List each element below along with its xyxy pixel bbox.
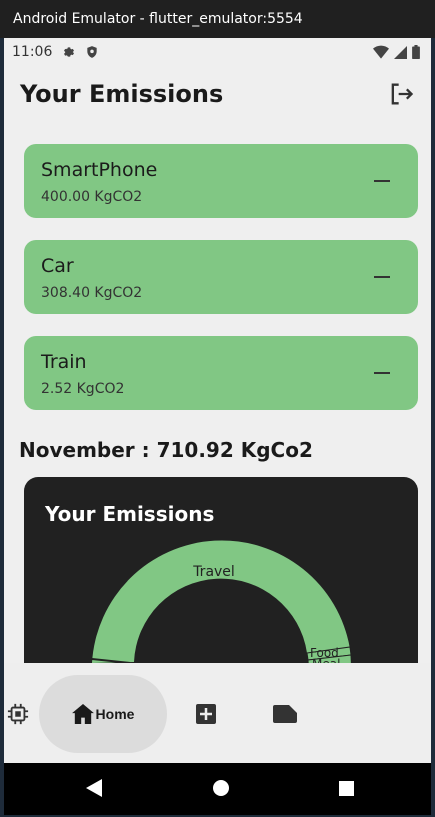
chart-slice-travel[interactable] [92, 540, 350, 663]
donut-chart: Travel Food Meal [91, 540, 353, 677]
emission-amount: 308.40 KgCO2 [41, 285, 143, 301]
emissions-chart-card: Your Emissions Travel Food Meal [24, 477, 418, 677]
add-box-icon [196, 704, 216, 724]
emission-amount: 400.00 KgCO2 [41, 189, 143, 205]
home-icon [71, 704, 94, 724]
page-title: Your Emissions [20, 80, 224, 108]
chip-icon [7, 703, 29, 725]
shield-icon [87, 46, 98, 58]
status-bar: 11:06 [4, 38, 431, 66]
nav-chip[interactable] [4, 675, 32, 753]
signal-icon [394, 45, 407, 59]
nav-home-label: Home [95, 706, 135, 722]
nav-home[interactable]: Home [39, 675, 167, 753]
emission-name: SmartPhone [41, 159, 158, 181]
status-right-icons [373, 45, 420, 59]
monthly-total: November : 710.92 KgCo2 [19, 438, 313, 462]
phone-screen: 11:06 Your Emissions SmartPhone 400.00 K… [4, 38, 431, 815]
emission-name: Train [41, 351, 87, 373]
minus-icon [374, 372, 390, 374]
nav-add[interactable] [192, 675, 220, 753]
emission-amount: 2.52 KgCO2 [41, 381, 125, 397]
chart-label-travel: Travel [192, 564, 235, 580]
battery-icon [412, 45, 420, 59]
app-bar: Your Emissions [4, 66, 431, 122]
emission-name: Car [41, 255, 74, 277]
back-icon[interactable] [86, 779, 102, 797]
bottom-navigation: Home [4, 663, 431, 763]
minus-icon [374, 276, 390, 278]
recents-icon[interactable] [339, 781, 354, 796]
emission-card-car: Car 308.40 KgCO2 [24, 240, 418, 314]
emission-card-smartphone: SmartPhone 400.00 KgCO2 [24, 144, 418, 218]
logout-icon[interactable] [387, 80, 415, 108]
settings-gear-icon [64, 47, 75, 57]
folder-icon [273, 705, 297, 723]
emulator-titlebar: Android Emulator - flutter_emulator:5554 [0, 0, 435, 38]
minus-icon [374, 180, 390, 182]
home-circle-icon[interactable] [213, 780, 229, 796]
android-system-nav [4, 763, 431, 815]
wifi-icon [373, 45, 389, 59]
status-time: 11:06 [12, 44, 53, 60]
window-title: Android Emulator - flutter_emulator:5554 [13, 11, 303, 27]
nav-folder[interactable] [270, 675, 300, 753]
emission-card-train: Train 2.52 KgCO2 [24, 336, 418, 410]
